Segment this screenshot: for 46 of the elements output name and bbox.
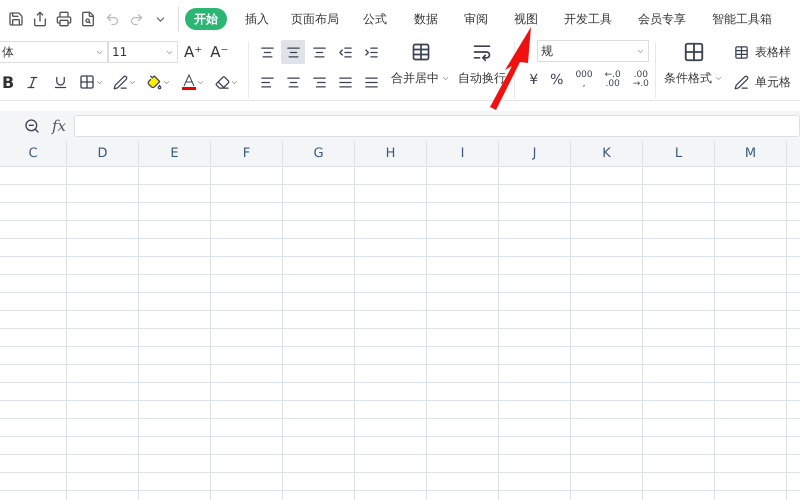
- shrink-font-button[interactable]: A⁻: [208, 43, 230, 61]
- ribbon-tab[interactable]: 公式: [359, 8, 391, 30]
- cell-style-button[interactable]: 单元格: [753, 74, 794, 90]
- column-header[interactable]: C: [0, 141, 67, 166]
- ribbon-tab[interactable]: 智能工具箱: [708, 8, 776, 30]
- border-icon[interactable]: [78, 74, 95, 90]
- font-color-icon[interactable]: [182, 74, 196, 90]
- bold-button[interactable]: B: [0, 72, 16, 92]
- ribbon-tab[interactable]: 视图: [510, 8, 542, 30]
- ribbon-tab[interactable]: 数据: [410, 8, 442, 30]
- ribbon-tab[interactable]: 插入: [241, 8, 273, 30]
- column-header[interactable]: M: [715, 141, 787, 166]
- number-format-button[interactable]: .00 →.0: [632, 71, 649, 89]
- caret-icon[interactable]: [441, 74, 450, 83]
- column-header[interactable]: L: [643, 141, 715, 166]
- align-middle-icon[interactable]: [281, 40, 306, 64]
- column-header[interactable]: E: [139, 141, 211, 166]
- number-format-button[interactable]: ¥: [529, 73, 538, 87]
- function-label[interactable]: fx: [52, 117, 66, 135]
- number-format-field[interactable]: 规: [537, 40, 650, 62]
- ribbon-tab[interactable]: 审阅: [460, 8, 492, 30]
- ribbon-tab[interactable]: 页面布局: [287, 8, 343, 30]
- ribbon-tab[interactable]: 会员专享: [634, 8, 690, 30]
- column-header[interactable]: F: [211, 141, 283, 166]
- column-header[interactable]: G: [283, 141, 355, 166]
- fill-color-icon[interactable]: [147, 74, 162, 90]
- column-header[interactable]: D: [67, 141, 139, 166]
- font-size-field[interactable]: 11: [108, 41, 178, 63]
- conditional-format-button[interactable]: 条件格式: [662, 70, 726, 87]
- font-name-field[interactable]: 体: [0, 41, 108, 63]
- eraser-icon[interactable]: [215, 74, 230, 90]
- formula-field[interactable]: [74, 115, 800, 137]
- caret-icon[interactable]: [714, 74, 724, 83]
- number-format-button[interactable]: ←.0 .00: [604, 71, 621, 89]
- merge-center-button[interactable]: 合并居中: [389, 70, 452, 87]
- number-format-button[interactable]: 000 ,: [575, 71, 593, 89]
- grow-font-button[interactable]: A⁺: [182, 43, 204, 61]
- column-header[interactable]: H: [355, 141, 427, 166]
- number-format-button[interactable]: %: [550, 73, 564, 87]
- column-header[interactable]: K: [571, 141, 643, 166]
- pencil-icon[interactable]: [113, 74, 128, 90]
- table-style-button[interactable]: 表格样: [753, 44, 794, 60]
- column-header[interactable]: J: [499, 141, 571, 166]
- wrap-text-button[interactable]: 自动换行: [456, 70, 508, 87]
- ribbon-tab[interactable]: 开发工具: [560, 8, 616, 30]
- column-header[interactable]: I: [427, 141, 499, 166]
